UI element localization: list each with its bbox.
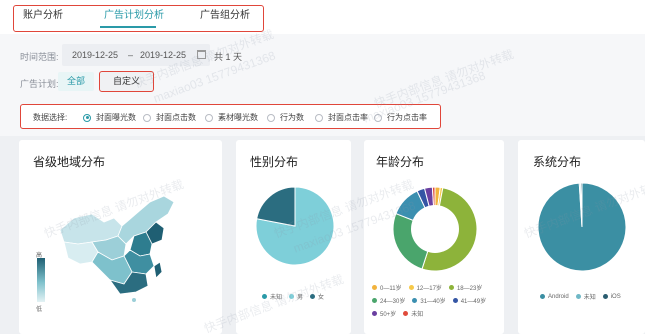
legend-dot — [372, 298, 377, 303]
map-region-zhejiang — [153, 261, 163, 279]
tab-ad-group-analysis[interactable]: 广告组分析 — [200, 6, 250, 21]
calendar-icon[interactable] — [197, 50, 206, 59]
radio-icon — [315, 113, 323, 122]
legend-dot — [289, 294, 295, 299]
plan-all-button[interactable]: 全部 — [58, 72, 94, 91]
legend-item: 41—49岁 — [452, 296, 486, 305]
day-count: 共 1 天 — [214, 52, 243, 62]
radio-icon — [143, 113, 151, 122]
scale-low-label: 低 — [36, 307, 43, 313]
top-tab-bar: 账户分析 广告计划分析 广告组分析 — [0, 0, 645, 34]
radio-icon — [374, 113, 382, 122]
legend-dot — [310, 294, 316, 299]
region-card-title: 省级地域分布 — [33, 155, 106, 169]
gender-card-title: 性别分布 — [250, 155, 299, 169]
legend-dot — [372, 285, 377, 290]
legend-item: 50+岁 — [372, 309, 396, 318]
tab-account-analysis[interactable]: 账户分析 — [23, 6, 63, 21]
data-select-group: 数据选择: 封面曝光数 封面点击数 素材曝光数 行为数 封面点击率 行为点击率 — [20, 104, 441, 129]
date-separator: – — [128, 50, 134, 60]
os-legend: Android 未知 iOS — [540, 292, 628, 301]
donut-hole — [411, 205, 459, 253]
radio-cover-clicks[interactable]: 封面点击数 — [143, 112, 196, 123]
legend-item: 未知 — [262, 292, 282, 301]
legend-dot — [403, 311, 409, 316]
plan-custom-button[interactable]: 自定义 — [99, 71, 154, 92]
end-date[interactable]: 2019-12-25 — [140, 50, 186, 60]
legend-dot — [262, 294, 267, 299]
legend-dot — [372, 311, 377, 316]
legend-item: 未知 — [575, 292, 596, 301]
radio-actions[interactable]: 行为数 — [267, 112, 304, 123]
legend-item: 31—40岁 — [412, 296, 446, 305]
gender-pie-chart — [255, 186, 335, 266]
legend-dot — [412, 298, 418, 303]
legend-item: 24—30岁 — [372, 296, 405, 305]
active-tab-underline — [100, 26, 156, 28]
map-color-scale — [37, 258, 45, 302]
start-date[interactable]: 2019-12-25 — [72, 50, 118, 60]
ad-plan-label: 广告计划: — [20, 79, 59, 89]
china-map — [59, 195, 175, 302]
time-range-label: 时间范围: — [20, 52, 59, 62]
pie-slice-女[interactable] — [256, 186, 296, 227]
radio-icon — [205, 113, 213, 122]
age-legend-row-2: 24—30岁 31—40岁 41—49岁 — [372, 296, 493, 305]
os-card-title: 系统分布 — [533, 155, 582, 169]
legend-item: iOS — [602, 294, 621, 300]
os-pie-chart — [537, 182, 627, 272]
legend-dot — [602, 294, 608, 299]
radio-material-exposure[interactable]: 素材曝光数 — [205, 112, 258, 123]
legend-item: 12—17岁 — [408, 283, 442, 292]
radio-cover-ctr[interactable]: 封面点击率 — [315, 112, 368, 123]
age-card-title: 年龄分布 — [376, 155, 425, 169]
tab-ad-plan-analysis[interactable]: 广告计划分析 — [104, 6, 164, 21]
data-select-label: 数据选择: — [33, 113, 68, 122]
legend-item: Android — [540, 294, 569, 300]
legend-item: 0—11岁 — [372, 283, 402, 292]
age-legend-row-3: 50+岁 未知 — [372, 309, 430, 318]
radio-icon — [267, 113, 275, 122]
age-legend-row-1: 0—11岁 12—17岁 18—23岁 — [372, 283, 489, 292]
date-range-picker[interactable]: 2019-12-25 – 2019-12-25 — [62, 44, 210, 66]
radio-cover-exposure[interactable]: 封面曝光数 — [83, 112, 136, 123]
legend-item: 男 — [289, 292, 303, 301]
legend-dot — [575, 294, 581, 299]
legend-dot — [452, 298, 458, 303]
gender-legend: 未知 男 女 — [262, 292, 331, 301]
age-donut-chart — [392, 186, 478, 272]
legend-dot — [408, 285, 414, 290]
legend-item: 女 — [310, 292, 324, 301]
legend-item: 未知 — [403, 309, 423, 318]
radio-action-ctr[interactable]: 行为点击率 — [374, 112, 427, 123]
legend-dot — [448, 285, 454, 290]
radio-selected-icon — [83, 113, 91, 122]
legend-item: 18—23岁 — [448, 283, 482, 292]
map-region-hainan — [132, 298, 136, 302]
legend-dot — [540, 294, 545, 299]
scale-high-label: 高 — [36, 253, 43, 259]
